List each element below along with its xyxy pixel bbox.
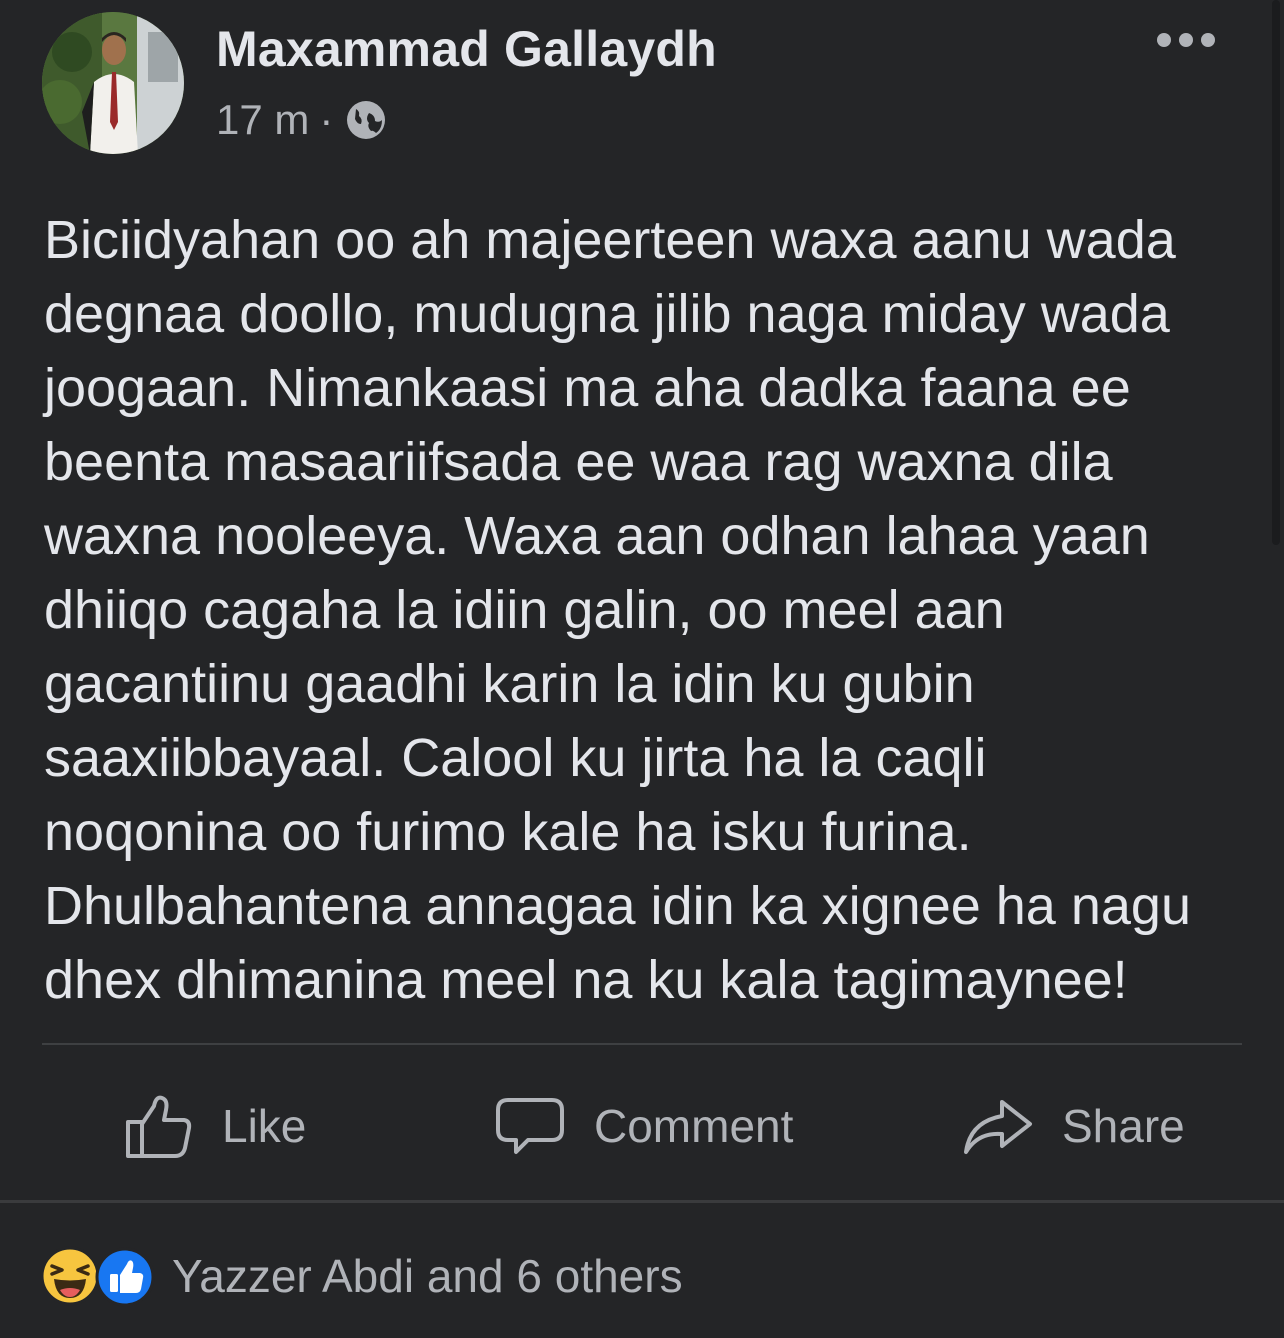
like-icon	[95, 1247, 155, 1307]
share-arrow-icon	[964, 1100, 1032, 1154]
post-meta: 17 m ·	[216, 96, 387, 144]
avatar[interactable]	[42, 12, 184, 154]
comment-button[interactable]: Comment	[494, 1080, 793, 1172]
post-actions: Like Comment Share	[0, 1080, 1284, 1172]
haha-icon	[40, 1246, 100, 1306]
scrollbar[interactable]	[1272, 0, 1280, 545]
ellipsis-icon[interactable]	[1156, 28, 1216, 52]
post-header: Maxammad Gallaydh 17 m ·	[42, 12, 1222, 157]
post-time[interactable]: 17 m	[216, 96, 309, 144]
facebook-post: Maxammad Gallaydh 17 m · Biciidyahan oo …	[0, 0, 1284, 1338]
comment-label: Comment	[594, 1100, 794, 1152]
comment-icon	[496, 1098, 564, 1154]
post-body: Biciidyahan oo ah majeerteen waxa aanu w…	[44, 210, 1191, 1010]
reaction-icons	[40, 1244, 158, 1308]
meta-separator: ·	[319, 96, 334, 143]
globe-icon	[345, 99, 387, 141]
reactions-summary-text: Yazzer Abdi and 6 others	[172, 1250, 683, 1302]
reactions-summary[interactable]: Yazzer Abdi and 6 others	[40, 1240, 683, 1312]
share-label: Share	[1062, 1100, 1185, 1152]
like-label: Like	[222, 1100, 307, 1152]
like-button[interactable]: Like	[122, 1080, 306, 1172]
thumbs-up-icon	[126, 1095, 192, 1158]
share-button[interactable]: Share	[962, 1080, 1185, 1172]
divider	[42, 1043, 1242, 1045]
section-divider	[0, 1200, 1284, 1203]
author-name[interactable]: Maxammad Gallaydh	[216, 20, 717, 78]
